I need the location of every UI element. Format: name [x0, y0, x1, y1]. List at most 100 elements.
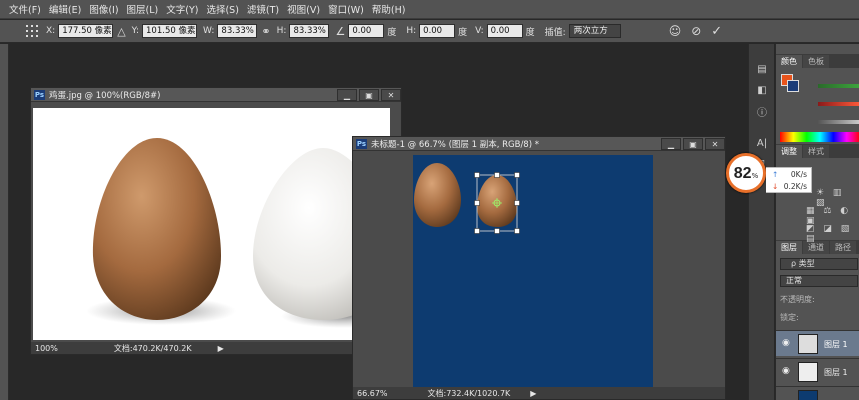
height-field[interactable]: 83.33% [289, 24, 330, 38]
upload-arrow-icon: ↑ [772, 170, 779, 179]
reference-point-icon[interactable] [24, 25, 40, 37]
maximize-button[interactable]: ▣ [359, 89, 379, 101]
download-arrow-icon: ↓ [772, 182, 779, 191]
minimize-button[interactable]: ▁ [337, 89, 357, 101]
status-menu-arrow-icon[interactable]: ▶ [530, 389, 536, 398]
x-field[interactable]: 177.50 像素 [58, 24, 114, 38]
eye-icon[interactable]: ◉ [782, 338, 790, 348]
document-window-eggs[interactable]: Ps 鸡蛋.jpg @ 100%(RGB/8#) ▁ ▣ ✕ 100% 文档:4… [30, 87, 402, 355]
percent-sign: % [751, 172, 759, 180]
width-field[interactable]: 83.33% [217, 24, 258, 38]
network-speed-box: ↑ 0K/s ↓ 0.2K/s [766, 167, 812, 193]
menu-item[interactable]: 帮助(H) [372, 2, 414, 16]
hskew-unit: 度 [458, 27, 468, 38]
vskew-field[interactable]: 0.00 [486, 24, 523, 38]
menu-item[interactable]: 滤镜(T) [247, 2, 287, 16]
canvas-untitled[interactable] [413, 155, 653, 393]
document-title-bar[interactable]: Ps 未标题-1 @ 66.7% (图层 1 副本, RGB/8) * ▁ ▣ … [353, 137, 725, 151]
info-icon[interactable]: ⓘ [751, 102, 773, 120]
menu-item[interactable]: 图像(I) [89, 2, 126, 16]
layer-thumbnail [798, 362, 818, 382]
interp-label: 插值: [544, 27, 566, 38]
menu-item[interactable]: 图层(L) [127, 2, 167, 16]
w-label: W: [203, 26, 215, 36]
document-title: 未标题-1 @ 66.7% (图层 1 副本, RGB/8) * [371, 139, 539, 150]
menu-item[interactable]: 选择(S) [206, 2, 246, 16]
vskew-unit: 度 [525, 27, 535, 38]
blue-slider[interactable] [818, 120, 859, 124]
zoom-level[interactable]: 100% [35, 344, 58, 353]
close-button[interactable]: ✕ [705, 138, 725, 150]
layer-row[interactable]: ◉ 图层 1 [776, 358, 859, 384]
minimize-button[interactable]: ▁ [661, 138, 681, 150]
link-icon[interactable]: ⚭ [261, 25, 270, 38]
cancel-transform-icon[interactable]: ⊘ [691, 24, 701, 38]
document-status-bar: 66.67% 文档:732.4K/1020.7K ▶ [353, 387, 725, 399]
properties-icon[interactable]: ◧ [751, 81, 773, 99]
tab-swatches[interactable]: 色板 [803, 55, 829, 68]
green-slider[interactable] [818, 102, 859, 106]
eye-icon[interactable]: ◉ [782, 366, 790, 376]
lock-label: 锁定: [780, 313, 799, 322]
options-bar: X: 177.50 像素 △ Y: 101.50 像素 W: 83.33% ⚭ … [0, 20, 859, 43]
history-icon[interactable]: ▤ [751, 60, 773, 78]
h-label: H: [276, 26, 287, 36]
document-size: 文档:470.2K/470.2K [113, 343, 192, 353]
photoshop-icon: Ps [356, 138, 367, 149]
layers-panel: ρ 类型 正常 不透明度: 锁定: ◉ 图层 1 ◉ 图层 1 [776, 254, 859, 400]
adjustment-icons-row-2: ▦ ⚖ ◐ ▣ [806, 206, 852, 226]
canvas-eggs[interactable] [33, 108, 390, 340]
maximize-button[interactable]: ▣ [683, 138, 703, 150]
document-size: 文档:732.4K/1020.7K [427, 388, 511, 398]
angle-unit: 度 [387, 27, 397, 38]
color-panel [776, 68, 859, 144]
layer-name[interactable]: 图层 1 [824, 339, 848, 350]
background-color-swatch[interactable] [787, 80, 799, 92]
character-icon[interactable]: A| [751, 134, 773, 152]
layer-name[interactable]: 图层 1 [824, 367, 848, 378]
color-panel-tabs: 颜色 色板 [776, 54, 859, 68]
color-spectrum[interactable] [780, 132, 859, 142]
commit-transform-icon[interactable]: ✓ [711, 24, 722, 39]
network-percent-badge[interactable]: 82 % [726, 153, 766, 193]
close-button[interactable]: ✕ [381, 89, 401, 101]
zoom-level[interactable]: 66.67% [357, 389, 388, 398]
opacity-label: 不透明度: [780, 295, 815, 304]
menu-bar: 文件(F) 编辑(E) 图像(I) 图层(L) 文字(Y) 选择(S) 滤镜(T) 视图(V)… [0, 0, 859, 19]
tab-layers[interactable]: 图层 [776, 241, 802, 254]
angle-icon: ∠ [335, 24, 346, 38]
hskew-field[interactable]: 0.00 [419, 24, 456, 38]
document-title-bar[interactable]: Ps 鸡蛋.jpg @ 100%(RGB/8#) ▁ ▣ ✕ [31, 88, 401, 102]
red-slider[interactable] [818, 84, 859, 88]
layer-row[interactable] [776, 386, 859, 400]
y-label: Y: [131, 26, 140, 36]
tab-styles[interactable]: 样式 [803, 145, 829, 158]
blend-mode-select[interactable]: 正常 [780, 275, 858, 287]
menu-item[interactable]: 文字(Y) [166, 2, 206, 16]
menu-item[interactable]: 窗口(W) [328, 2, 372, 16]
canvas-content [414, 163, 520, 234]
menu-item[interactable]: 文件(F) [9, 2, 49, 16]
hskew-label: H: [406, 26, 417, 36]
tools-panel-edge [0, 44, 9, 400]
menu-item[interactable]: 编辑(E) [49, 2, 89, 16]
delta-icon[interactable]: △ [117, 25, 125, 38]
layer-thumbnail [798, 390, 818, 400]
document-title: 鸡蛋.jpg @ 100%(RGB/8#) [49, 90, 161, 101]
network-percent: 82 [733, 165, 752, 182]
warp-icon[interactable]: ☺ [669, 24, 682, 38]
interpolation-select[interactable]: 两次立方 [568, 24, 621, 38]
menu-item[interactable]: 视图(V) [287, 2, 328, 16]
adjustment-icons-row-3: ◩ ◪ ▧ ▤ [806, 224, 853, 244]
vskew-label: V: [475, 26, 484, 36]
layer-row[interactable]: ◉ 图层 1 [776, 330, 859, 356]
status-menu-arrow-icon[interactable]: ▶ [218, 344, 224, 353]
layer-filter-select[interactable]: ρ 类型 [780, 258, 858, 270]
tab-color[interactable]: 颜色 [776, 55, 802, 68]
tab-adjustments[interactable]: 调整 [776, 145, 802, 158]
y-field[interactable]: 101.50 像素 [142, 24, 198, 38]
download-speed: 0.2K/s [783, 182, 807, 191]
document-status-bar: 100% 文档:470.2K/470.2K ▶ [31, 342, 401, 354]
document-window-untitled[interactable]: Ps 未标题-1 @ 66.7% (图层 1 副本, RGB/8) * ▁ ▣ … [352, 136, 726, 400]
angle-field[interactable]: 0.00 [348, 24, 385, 38]
